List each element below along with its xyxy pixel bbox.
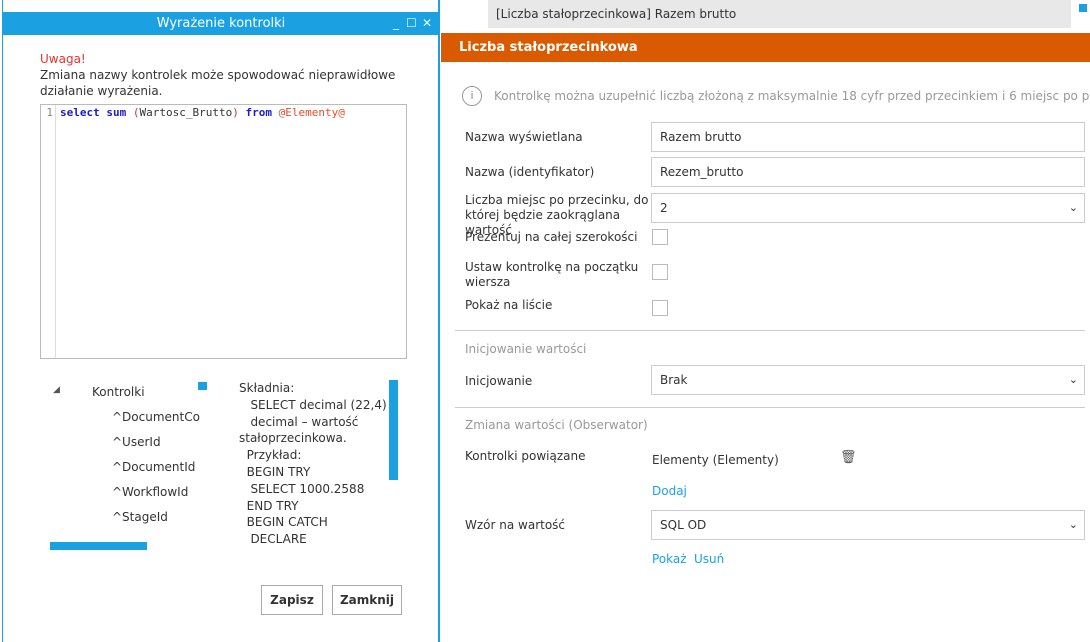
label: Kontrolki powiązane [465,449,586,463]
tree-item[interactable]: ^StageId [112,505,168,530]
identifier-input[interactable]: Rezem_brutto [651,157,1085,187]
save-button[interactable]: Zapisz [261,585,323,615]
minimize-icon[interactable]: _ [393,12,399,35]
breadcrumb: [Liczba stałoprzecinkowa] Razem brutto [488,0,1071,28]
show-link[interactable]: Pokaż [652,552,687,566]
chevron-down-icon: ⌄ [1068,518,1078,531]
formula-select[interactable]: SQL OD ⌄ [651,510,1085,540]
divider [455,407,1085,408]
linked-control: Elementy (Elementy) [652,453,779,467]
line-number: 1 [41,105,56,358]
value: SQL OD [660,518,707,532]
expand-icon[interactable]: ◢ [53,385,60,395]
trash-icon[interactable]: 🗑 [840,450,857,465]
label: Prezentuj na całej szerokości [465,230,638,244]
chevron-down-icon: ⌄ [1068,373,1078,386]
warning-title: Uwaga! [40,52,86,66]
code-line: select sum (Wartosc_Brutto) from @Elemen… [60,105,345,121]
decimals-select[interactable]: 2 ⌄ [651,193,1085,223]
kw: sum [106,106,127,119]
sql-editor[interactable]: 1 select sum (Wartosc_Brutto) from @Elem… [40,104,407,359]
add-link[interactable]: Dodaj [652,484,687,498]
value: Brak [660,373,688,387]
info-icon: i [462,86,482,106]
divider [455,330,1085,331]
maximize-icon[interactable]: ☐ [406,12,417,35]
label: Ustaw kontrolkę na początku wiersza [465,260,639,289]
variable: @Elementy@ [278,106,345,119]
field: Wartosc_Brutto [139,106,233,119]
tree-item[interactable]: ^DocumentCo [112,405,200,430]
remove-link[interactable]: Usuń [694,552,724,566]
warning-message: Zmiana nazwy kontrolek może spowodować n… [40,68,396,98]
expression-dialog: Wyrażenie kontrolki _ ☐ ✕ Uwaga! Zmiana … [2,0,440,642]
help-scrollbar[interactable] [389,380,398,480]
display-name-input[interactable]: Razem brutto [651,122,1085,152]
close-icon[interactable]: ✕ [422,12,432,35]
kw: from [245,106,272,119]
scroll-marker [198,382,207,390]
chevron-down-icon: ⌄ [1068,201,1078,214]
panel-header: Liczba stałoprzecinkowa [441,33,1090,62]
paren: ) [232,106,239,119]
info-text: Kontrolkę można uzupełnić liczbą złożoną… [494,89,1090,103]
section-title: Zmiana wartości (Obserwator) [465,418,648,432]
tree-horizontal-scrollbar[interactable] [50,542,147,550]
section-title: Inicjowanie wartości [465,342,587,356]
tree-item[interactable]: ^UserId [112,430,161,455]
label: Nazwa wyświetlana [465,130,583,144]
close-button[interactable]: Zamknij [332,585,402,615]
label: Inicjowanie [465,374,533,388]
row-start-checkbox[interactable] [652,264,668,280]
tree-item[interactable]: ^DocumentId [112,455,195,480]
init-select[interactable]: Brak ⌄ [651,365,1085,395]
value: 2 [660,201,668,215]
label: Nazwa (identyfikator) [465,165,595,179]
tree-root[interactable]: Kontrolki [92,380,145,405]
indicator [1079,4,1087,12]
label: Pokaż na liście [465,298,553,312]
tree-item[interactable]: ^WorkflowId [112,480,188,505]
dialog-title: Wyrażenie kontrolki [3,12,439,35]
full-width-checkbox[interactable] [652,229,668,245]
kw: select [60,106,100,119]
paren: ( [132,106,140,119]
syntax-help: Składnia: SELECT decimal (22,4) decimal … [239,381,387,547]
show-list-checkbox[interactable] [652,300,668,316]
label: Wzór na wartość [465,518,566,532]
